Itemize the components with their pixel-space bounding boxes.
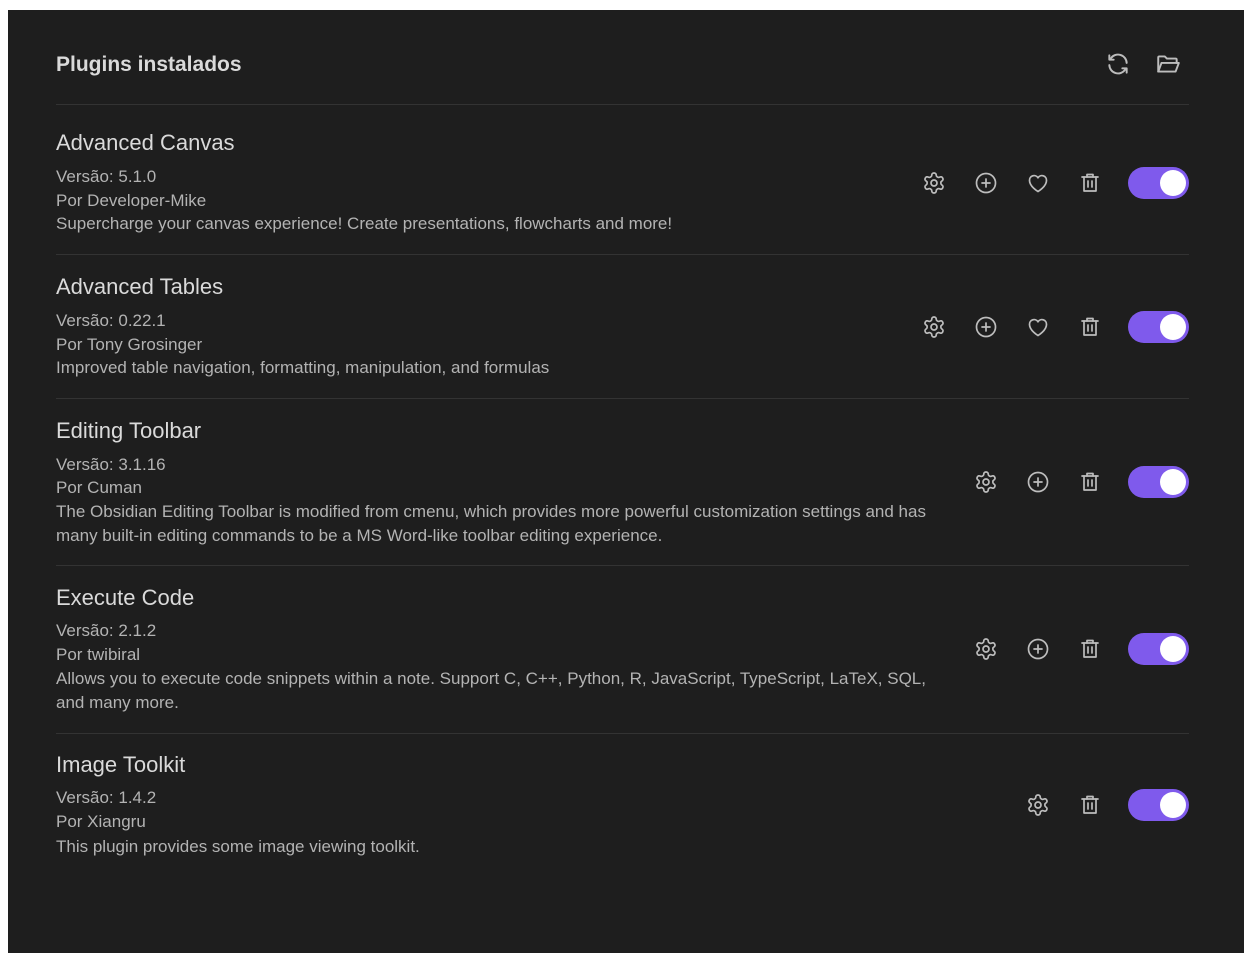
plugin-actions [972, 465, 1189, 499]
plugin-author: Por twibiral [56, 645, 141, 664]
add-hotkey-icon[interactable] [1024, 635, 1052, 663]
settings-panel: Plugins instalados Advanced Canvas Versã… [8, 10, 1244, 953]
add-hotkey-icon[interactable] [972, 169, 1000, 197]
plugin-version: Versão: 3.1.16 [56, 455, 166, 474]
section-title: Plugins instalados [56, 53, 242, 76]
plugin-name: Execute Code [56, 585, 195, 610]
plugin-actions [920, 166, 1189, 200]
plugin-item-editing-toolbar: Editing Toolbar Versão: 3.1.16 Por Cuman… [56, 398, 1189, 566]
plugin-item-execute-code: Execute Code Versão: 2.1.2 Por twibiral … [56, 565, 1189, 734]
add-hotkey-icon[interactable] [1024, 468, 1052, 496]
plugin-author: Por Tony Grosinger [56, 335, 203, 354]
trash-icon[interactable] [1076, 635, 1104, 663]
settings-icon[interactable] [972, 635, 1000, 663]
toggle-knob [1160, 792, 1186, 818]
plugin-version: Versão: 0.22.1 [56, 311, 166, 330]
settings-icon[interactable] [920, 313, 948, 341]
folder-open-icon[interactable] [1154, 50, 1182, 78]
add-hotkey-icon[interactable] [972, 313, 1000, 341]
plugin-actions [920, 310, 1189, 344]
plugin-author: Por Xiangru [56, 812, 146, 831]
plugin-description: This plugin provides some image viewing … [56, 837, 420, 856]
plugin-description: Supercharge your canvas experience! Crea… [56, 214, 673, 233]
plugin-author: Por Developer-Mike [56, 191, 207, 210]
plugin-description: Allows you to execute code snippets with… [56, 669, 926, 712]
settings-icon[interactable] [1024, 791, 1052, 819]
plugin-version: Versão: 5.1.0 [56, 167, 157, 186]
plugin-version: Versão: 1.4.2 [56, 788, 157, 807]
trash-icon[interactable] [1076, 169, 1104, 197]
plugin-name: Advanced Tables [56, 274, 224, 299]
settings-icon[interactable] [920, 169, 948, 197]
trash-icon[interactable] [1076, 791, 1104, 819]
trash-icon[interactable] [1076, 468, 1104, 496]
plugin-item-advanced-canvas: Advanced Canvas Versão: 5.1.0 Por Develo… [56, 104, 1189, 255]
plugin-version: Versão: 2.1.2 [56, 621, 157, 640]
plugin-name: Editing Toolbar [56, 418, 202, 443]
toggle-knob [1160, 469, 1186, 495]
plugin-actions [972, 632, 1189, 666]
plugin-item-image-toolkit: Image Toolkit Versão: 1.4.2 Por Xiangru … [56, 733, 1189, 873]
toggle-knob [1160, 636, 1186, 662]
plugin-enable-toggle[interactable] [1128, 466, 1189, 498]
toggle-knob [1160, 170, 1186, 196]
plugin-enable-toggle[interactable] [1128, 167, 1189, 199]
heart-icon[interactable] [1024, 313, 1052, 341]
plugin-enable-toggle[interactable] [1128, 633, 1189, 665]
plugin-description: Improved table navigation, formatting, m… [56, 358, 550, 377]
installed-plugins-header: Plugins instalados [56, 50, 1189, 105]
plugin-name: Advanced Canvas [56, 130, 235, 155]
settings-icon[interactable] [972, 468, 1000, 496]
plugin-enable-toggle[interactable] [1128, 311, 1189, 343]
heart-icon[interactable] [1024, 169, 1052, 197]
plugin-name: Image Toolkit [56, 752, 186, 777]
toggle-knob [1160, 314, 1186, 340]
plugin-enable-toggle[interactable] [1128, 789, 1189, 821]
plugin-description: The Obsidian Editing Toolbar is modified… [56, 502, 926, 545]
refresh-icon[interactable] [1104, 50, 1132, 78]
trash-icon[interactable] [1076, 313, 1104, 341]
plugin-actions [1024, 788, 1189, 822]
plugin-item-advanced-tables: Advanced Tables Versão: 0.22.1 Por Tony … [56, 254, 1189, 399]
plugin-author: Por Cuman [56, 478, 142, 497]
